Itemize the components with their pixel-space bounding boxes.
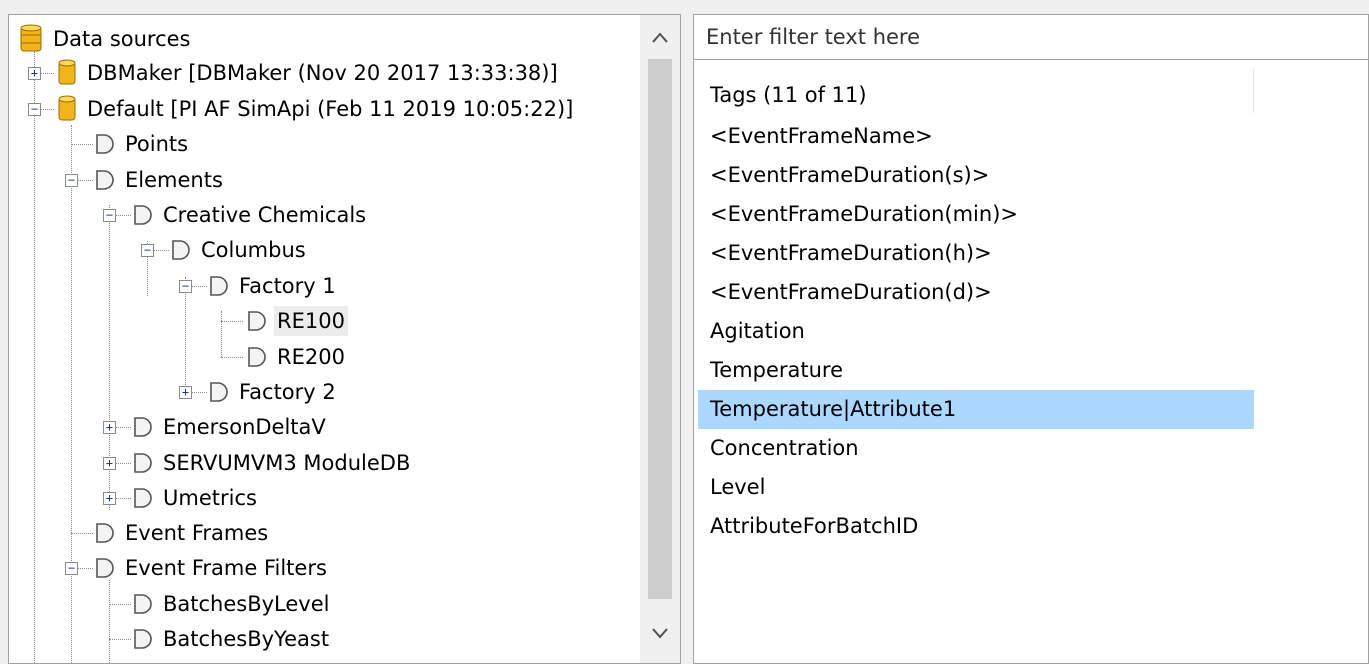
scroll-down-button[interactable] bbox=[640, 605, 680, 655]
tree-guide-line bbox=[185, 277, 186, 397]
tag-list-item-selected[interactable]: Temperature|Attribute1 bbox=[698, 390, 1254, 429]
tree-node-label: Creative Chemicals bbox=[163, 203, 367, 227]
af-element-icon bbox=[134, 488, 152, 508]
tree-node-factory-1[interactable]: Factory 1 bbox=[207, 269, 339, 303]
af-element-icon bbox=[96, 170, 114, 190]
tags-column-header[interactable]: Tags (11 of 11) bbox=[710, 75, 867, 115]
tree-guide-line bbox=[109, 580, 110, 663]
tree-node-dbmaker[interactable]: DBMaker [DBMaker (Nov 20 2017 13:33:38)] bbox=[57, 56, 561, 90]
af-element-icon bbox=[96, 523, 114, 543]
af-element-icon bbox=[134, 594, 152, 614]
tree-node-columbus[interactable]: Columbus bbox=[169, 233, 309, 267]
tree-scrollbar[interactable] bbox=[640, 15, 680, 663]
tag-list-item[interactable]: <EventFrameDuration(min)> bbox=[698, 195, 1254, 234]
tree-node-label: BatchesByLevel bbox=[163, 592, 330, 616]
tree-node-label: DBMaker [DBMaker (Nov 20 2017 13:33:38)] bbox=[87, 61, 558, 85]
expand-icon[interactable]: + bbox=[28, 67, 41, 80]
af-element-icon bbox=[134, 205, 152, 225]
collapse-icon[interactable]: − bbox=[179, 280, 192, 293]
tree-node-emersondeltav[interactable]: EmersonDeltaV bbox=[131, 410, 329, 444]
tree-node-label: Event Frame Filters bbox=[125, 556, 327, 580]
tree-node-label: Columbus bbox=[201, 238, 306, 262]
expand-icon[interactable]: + bbox=[103, 457, 116, 470]
tree-node-label: SERVUMVM3 ModuleDB bbox=[163, 451, 411, 475]
tree-node-label: Data sources bbox=[53, 27, 191, 51]
database-icon bbox=[58, 95, 76, 121]
tree-connector bbox=[109, 639, 131, 640]
tag-list-item[interactable]: <EventFrameName> bbox=[698, 117, 1254, 156]
af-element-icon bbox=[172, 240, 190, 260]
tree-node-label: Umetrics bbox=[163, 486, 257, 510]
tree-node-label: BatchesByYeast bbox=[163, 627, 330, 651]
tree-connector bbox=[109, 604, 131, 605]
af-element-icon bbox=[134, 629, 152, 649]
tree-node-label: Elements bbox=[125, 168, 223, 192]
tree-node-label: Default [PI AF SimApi (Feb 11 2019 10:05… bbox=[87, 97, 574, 121]
tags-panel: Tags (11 of 11) <EventFrameName> <EventF… bbox=[693, 14, 1369, 664]
tree-connector bbox=[221, 321, 243, 322]
tree-node-re100[interactable]: RE100 bbox=[245, 304, 348, 338]
tree-node-label: Factory 2 bbox=[239, 380, 336, 404]
tree-node-elements[interactable]: Elements bbox=[93, 163, 226, 197]
tree-node-event-frame-filters[interactable]: Event Frame Filters bbox=[93, 551, 330, 585]
af-element-icon bbox=[248, 347, 266, 367]
tree-node-servumvm3-moduledb[interactable]: SERVUMVM3 ModuleDB bbox=[131, 446, 413, 480]
af-element-icon bbox=[134, 453, 152, 473]
tree-node-label: RE100 bbox=[274, 306, 348, 336]
database-icon bbox=[58, 59, 76, 85]
collapse-icon[interactable]: − bbox=[103, 209, 116, 222]
scroll-up-button[interactable] bbox=[640, 15, 680, 59]
chevron-down-icon bbox=[652, 628, 668, 639]
tree-node-batchesbylevel[interactable]: BatchesByLevel bbox=[131, 587, 333, 621]
tag-list-item[interactable]: Temperature bbox=[698, 351, 1254, 390]
column-header-separator bbox=[1253, 69, 1254, 113]
expand-icon[interactable]: + bbox=[103, 421, 116, 434]
tree-guide-line bbox=[71, 125, 72, 663]
af-element-icon bbox=[248, 311, 266, 331]
expand-icon[interactable]: + bbox=[103, 492, 116, 505]
tree-connector bbox=[71, 144, 93, 145]
tag-list-item[interactable]: <EventFrameDuration(h)> bbox=[698, 234, 1254, 273]
tree-node-umetrics[interactable]: Umetrics bbox=[131, 481, 260, 515]
collapse-icon[interactable]: − bbox=[65, 174, 78, 187]
af-element-icon bbox=[134, 417, 152, 437]
tree-node-label: RE200 bbox=[277, 345, 345, 369]
tree-node-label: Event Frames bbox=[125, 521, 269, 545]
tree-node-re200[interactable]: RE200 bbox=[245, 340, 348, 374]
scrollbar-thumb[interactable] bbox=[648, 59, 672, 599]
tree-node-data-sources[interactable]: Data sources bbox=[19, 22, 194, 56]
tree-node-label: Factory 1 bbox=[239, 274, 336, 298]
tree-node-event-frames[interactable]: Event Frames bbox=[93, 516, 271, 550]
tag-list-item[interactable]: AttributeForBatchID bbox=[698, 507, 1254, 546]
af-element-icon bbox=[210, 276, 228, 296]
tree-node-points[interactable]: Points bbox=[93, 127, 191, 161]
tree-node-label: Points bbox=[125, 132, 189, 156]
database-stack-icon bbox=[20, 24, 42, 52]
data-sources-tree[interactable]: Data sources + − − − − − + + + + − DBMak… bbox=[8, 14, 681, 664]
collapse-icon[interactable]: − bbox=[65, 562, 78, 575]
tree-node-creative-chemicals[interactable]: Creative Chemicals bbox=[131, 198, 369, 232]
filter-input[interactable] bbox=[694, 15, 1368, 60]
expand-icon[interactable]: + bbox=[179, 386, 192, 399]
tree-connector bbox=[221, 357, 243, 358]
tag-list-item[interactable]: Concentration bbox=[698, 429, 1254, 468]
tag-list-item[interactable]: Agitation bbox=[698, 312, 1254, 351]
tree-node-label: EmersonDeltaV bbox=[163, 415, 326, 439]
af-element-icon bbox=[96, 558, 114, 578]
collapse-icon[interactable]: − bbox=[141, 244, 154, 257]
tree-node-default[interactable]: Default [PI AF SimApi (Feb 11 2019 10:05… bbox=[57, 92, 576, 126]
tree-guide-line bbox=[34, 51, 35, 663]
af-element-icon bbox=[210, 382, 228, 402]
tag-list-item[interactable]: <EventFrameDuration(s)> bbox=[698, 156, 1254, 195]
chevron-up-icon bbox=[652, 32, 668, 43]
tree-connector bbox=[71, 533, 93, 534]
tag-list-item[interactable]: <EventFrameDuration(d)> bbox=[698, 273, 1254, 312]
tag-list-item[interactable]: Level bbox=[698, 468, 1254, 507]
tree-node-factory-2[interactable]: Factory 2 bbox=[207, 375, 339, 409]
collapse-icon[interactable]: − bbox=[28, 103, 41, 116]
tree-guide-line bbox=[221, 311, 222, 357]
af-element-icon bbox=[96, 134, 114, 154]
